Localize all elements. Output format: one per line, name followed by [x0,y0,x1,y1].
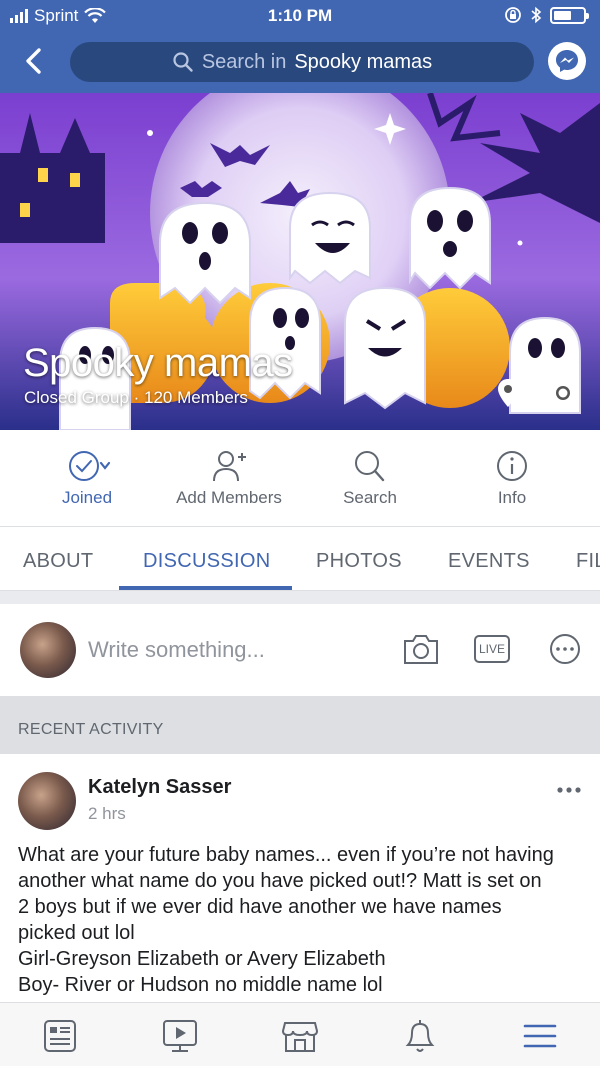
group-search-bar[interactable]: Search in Spooky mamas [70,42,534,82]
user-avatar[interactable] [20,622,76,678]
add-person-icon [213,451,246,482]
write-something-input[interactable]: Write something... [88,637,265,663]
news-feed-icon[interactable] [40,1017,80,1055]
section-divider [0,591,600,604]
search-prefix: Search in [201,50,287,73]
battery-icon [550,6,589,24]
post-line: What are your future baby names... even … [18,844,554,866]
tab-about[interactable]: ABOUT [23,528,93,590]
post-body: What are your future baby names... even … [18,842,588,998]
joined-button[interactable]: Joined [12,430,162,527]
tab-events[interactable]: EVENTS [448,528,530,590]
post-line: Girl-Greyson Elizabeth or Avery Elizabet… [18,948,386,970]
location-pin-icon [498,379,518,407]
bottom-tab-bar [0,1002,600,1066]
post-line: picked out lol [18,922,135,944]
info-icon [497,451,527,481]
post-composer: Write something... LIVE [0,604,600,696]
notifications-bell-icon[interactable] [400,1017,440,1055]
tab-photos[interactable]: PHOTOS [316,528,402,590]
camera-icon[interactable] [402,631,440,667]
check-circle-icon [69,451,111,481]
post-line: 2 boys but if we ever did have another w… [18,896,502,918]
more-options-icon[interactable] [546,631,584,667]
search-label: Search [343,488,397,507]
tab-files[interactable]: FIL [576,528,600,590]
post-timestamp[interactable]: 2 hrs [88,804,126,824]
more-icon[interactable] [554,780,584,800]
author-avatar[interactable] [18,772,76,830]
edit-cover-button[interactable] [545,376,585,416]
rotation-lock-icon [505,7,521,23]
post-line: another what name do you have picked out… [18,870,542,892]
post-line: Boy- River or Hudson no middle name lol [18,974,383,996]
location-button[interactable] [496,378,536,418]
group-action-bar: Joined Add Members Search Info [0,430,600,527]
status-bar: Sprint 1:10 PM [0,0,600,32]
search-group-name: Spooky mamas [294,50,433,73]
add-members-button[interactable]: Add Members [154,430,304,527]
joined-label: Joined [61,488,113,507]
group-tabs: ABOUT DISCUSSION PHOTOS EVENTS FIL [0,528,600,591]
info-button[interactable]: Info [437,430,587,527]
search-icon [355,451,385,482]
top-bar: Sprint 1:10 PM Search in Spooky mamas [0,0,600,93]
post-author[interactable]: Katelyn Sasser [88,776,231,799]
menu-icon[interactable] [520,1017,560,1055]
group-cover-photo[interactable]: Spooky mamas Closed Group · 120 Members [0,93,600,430]
marketplace-icon[interactable] [280,1017,320,1055]
live-video-button[interactable]: LIVE [474,635,510,663]
back-button[interactable] [18,44,50,78]
watch-video-icon[interactable] [160,1017,200,1055]
bluetooth-icon [531,6,542,24]
chevron-left-icon [26,48,41,74]
feed-post[interactable]: Katelyn Sasser 2 hrs What are your futur… [0,754,600,1002]
active-tab-indicator [119,586,292,590]
messenger-button[interactable] [548,42,586,80]
messenger-icon [556,50,578,72]
search-group-button[interactable]: Search [295,430,445,527]
tab-discussion[interactable]: DISCUSSION [143,528,270,590]
add-members-label: Add Members [176,488,282,507]
camera-icon [548,379,578,404]
group-meta: Closed Group · 120 Members [24,388,248,407]
recent-activity-header: RECENT ACTIVITY [0,696,600,754]
search-icon [173,52,193,72]
info-label: Info [497,488,527,507]
group-name: Spooky mamas [23,341,293,385]
live-label: LIVE [478,642,505,656]
